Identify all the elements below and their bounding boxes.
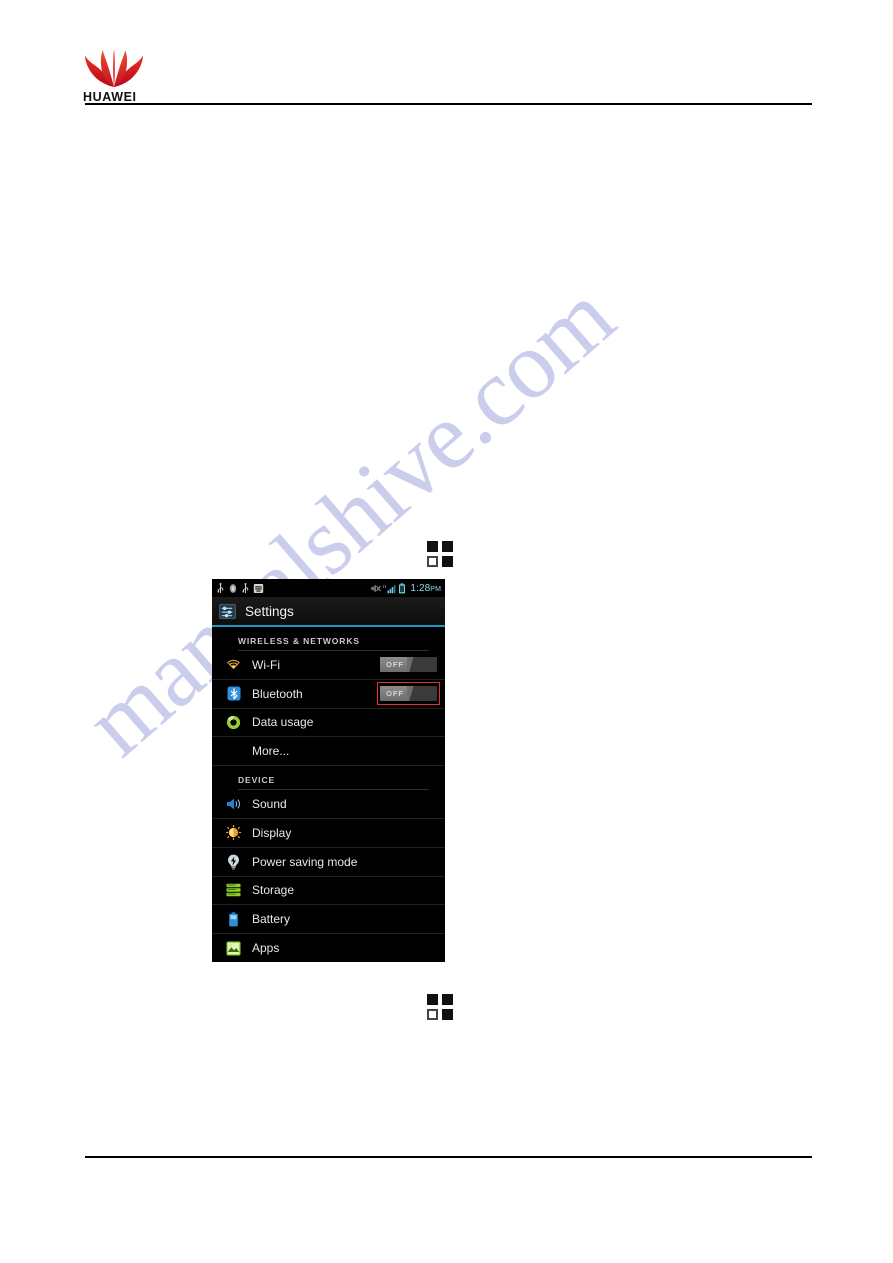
battery-icon — [225, 911, 242, 928]
settings-row-label: Apps — [252, 941, 280, 956]
settings-list: WIRELESS & NETWORKS Wi-Fi OFF Bluetooth … — [212, 627, 445, 962]
settings-row-battery[interactable]: Battery — [212, 905, 445, 935]
settings-row-data-usage[interactable]: Data usage — [212, 709, 445, 738]
section-header-label: WIRELESS & NETWORKS — [238, 627, 429, 651]
svg-text:H: H — [383, 584, 386, 589]
display-icon — [225, 824, 242, 841]
settings-row-storage[interactable]: Storage — [212, 877, 445, 906]
settings-row-display[interactable]: Display — [212, 819, 445, 848]
toggle-slant — [407, 657, 417, 673]
bluetooth-icon — [225, 685, 242, 702]
storage-icon — [225, 882, 242, 899]
settings-row-label: Power saving mode — [252, 854, 358, 869]
section-header-label: DEVICE — [238, 766, 429, 791]
bluetooth-toggle-wrap[interactable]: OFF — [377, 682, 440, 706]
footer-divider — [85, 1156, 812, 1158]
apps-icon — [225, 940, 242, 957]
settings-row-label: Data usage — [252, 715, 314, 730]
grid-square-top-left — [427, 541, 438, 552]
settings-row-label: Display — [252, 825, 292, 840]
page-title: Settings — [245, 603, 294, 619]
toggle-state-label: OFF — [386, 689, 404, 699]
status-bar-right-icons: H 1:28PM — [370, 583, 441, 594]
settings-row-label: Storage — [252, 883, 295, 898]
page-watermark: manualshive.com — [65, 262, 800, 950]
grid-square-bottom-left — [427, 556, 438, 567]
settings-row-power-saving-mode[interactable]: Power saving mode — [212, 848, 445, 877]
toggle-state-label: OFF — [386, 660, 404, 670]
android-settings-screenshot: H 1:28PM Settings WIRELESS & NETWORKS Wi… — [212, 579, 445, 962]
wifi-icon — [225, 656, 242, 673]
settings-row-label: Wi-Fi — [252, 657, 280, 672]
section-device: DEVICE — [212, 766, 445, 791]
bluetooth-toggle[interactable]: OFF — [380, 686, 437, 702]
header-divider — [85, 103, 812, 105]
settings-row-label: Sound — [252, 797, 287, 812]
grid-square-bottom-left — [427, 1009, 438, 1020]
settings-row-bluetooth[interactable]: Bluetooth OFF — [212, 680, 445, 709]
spacer-icon — [225, 743, 242, 760]
grid-square-bottom-right — [442, 1009, 453, 1020]
grid-square-top-right — [442, 994, 453, 1005]
settings-icon — [218, 603, 237, 619]
signal-bars-icon: H — [383, 584, 396, 593]
status-bar: H 1:28PM — [212, 579, 445, 597]
battery-icon — [399, 582, 406, 593]
settings-row-label: More... — [252, 744, 290, 759]
settings-row-apps[interactable]: Apps — [212, 934, 445, 962]
wifi-toggle[interactable]: OFF — [380, 657, 437, 673]
grid-square-top-right — [442, 541, 453, 552]
usb-icon — [217, 582, 224, 593]
data-usage-icon — [225, 714, 242, 731]
huawei-logo-mark — [83, 49, 145, 89]
huawei-logo: HUAWEI — [83, 49, 151, 105]
power-saving-icon — [225, 853, 242, 870]
wifi-toggle-wrap[interactable]: OFF — [380, 657, 437, 673]
grid-2x2-icon — [427, 541, 453, 567]
toggle-slant — [407, 686, 417, 702]
grid-square-top-left — [427, 994, 438, 1005]
status-bar-left-icons — [216, 582, 264, 594]
section-wireless-networks: WIRELESS & NETWORKS — [212, 627, 445, 651]
sdcard-icon — [253, 583, 264, 593]
huawei-wordmark: HUAWEI — [83, 90, 137, 104]
settings-row-sound[interactable]: Sound — [212, 790, 445, 819]
toggle-knob: OFF — [380, 657, 410, 673]
action-bar: Settings — [212, 597, 445, 627]
huawei-petals-icon — [85, 49, 143, 87]
usb-debug-icon — [242, 582, 249, 593]
sound-icon — [225, 796, 242, 813]
settings-row-label: Battery — [252, 912, 291, 927]
mute-icon — [371, 584, 382, 592]
headset-icon — [229, 583, 237, 593]
grid-2x2-icon — [427, 994, 453, 1020]
settings-row-label: Bluetooth — [252, 686, 303, 701]
settings-row-more[interactable]: More... — [212, 737, 445, 767]
status-bar-clock: 1:28PM — [410, 582, 441, 594]
toggle-knob: OFF — [380, 686, 410, 702]
grid-square-bottom-right — [442, 556, 453, 567]
settings-row-wifi[interactable]: Wi-Fi OFF — [212, 651, 445, 680]
